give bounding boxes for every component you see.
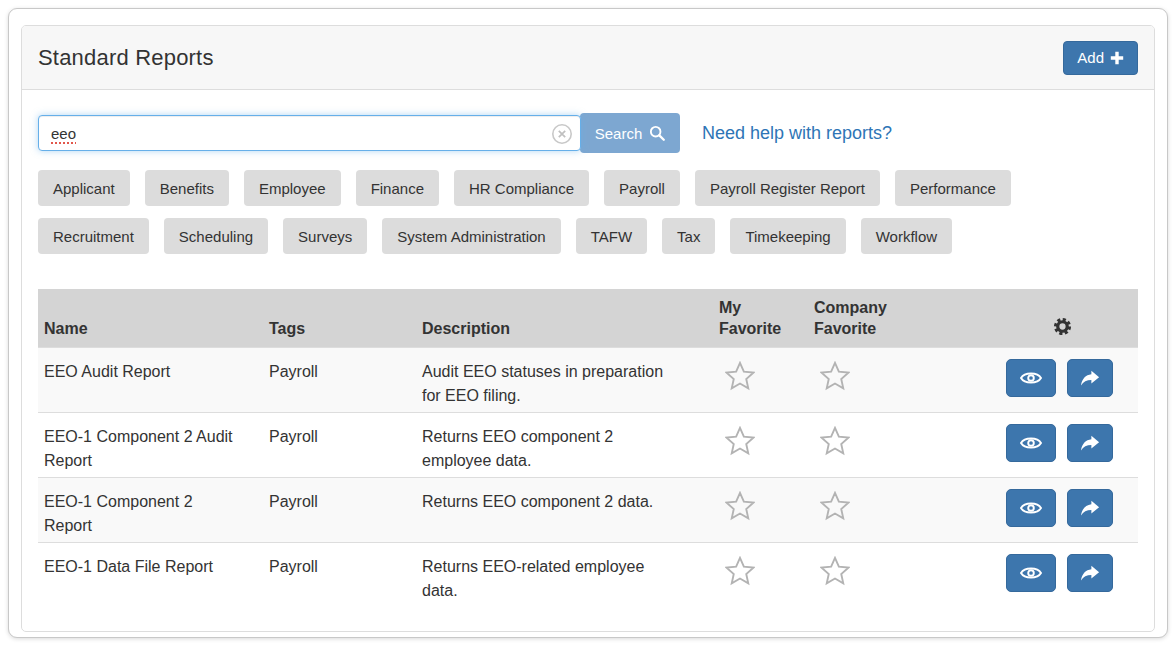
page-title: Standard Reports [38, 45, 214, 71]
company-favorite-star-icon[interactable] [820, 426, 850, 463]
table-body: EEO Audit Report Payroll Audit EEO statu… [38, 348, 1138, 608]
add-button[interactable]: Add [1063, 41, 1138, 75]
view-report-button[interactable] [1006, 554, 1056, 592]
tag-filter-finance[interactable]: Finance [356, 170, 439, 206]
help-link[interactable]: Need help with reports? [702, 123, 892, 144]
share-arrow-icon [1080, 565, 1100, 582]
tag-filter-recruitment[interactable]: Recruitment [38, 218, 149, 254]
tag-filter-workflow[interactable]: Workflow [861, 218, 952, 254]
column-header-my-favorite: My Favorite [713, 289, 808, 348]
tag-filter-system-administration[interactable]: System Administration [382, 218, 560, 254]
view-report-button[interactable] [1006, 424, 1056, 462]
share-arrow-icon [1080, 370, 1100, 387]
report-tags: Payroll [263, 543, 416, 608]
my-favorite-star-icon[interactable] [725, 556, 755, 593]
add-button-label: Add [1077, 49, 1104, 66]
run-report-button[interactable] [1067, 424, 1113, 462]
report-name: EEO-1 Component 2 Report [38, 478, 263, 543]
report-tags: Payroll [263, 348, 416, 413]
my-favorite-star-icon[interactable] [725, 426, 755, 463]
table-settings-gear-icon[interactable] [1053, 317, 1072, 341]
search-row: eeo Search Need help with reports? [38, 113, 1138, 153]
table-row: EEO Audit Report Payroll Audit EEO statu… [38, 348, 1138, 413]
share-arrow-icon [1080, 435, 1100, 452]
column-header-tags: Tags [263, 289, 416, 348]
tag-filter-employee[interactable]: Employee [244, 170, 341, 206]
column-header-company-favorite: Company Favorite [808, 289, 953, 348]
tag-filter-timekeeping[interactable]: Timekeeping [730, 218, 845, 254]
tag-filter-tafw[interactable]: TAFW [576, 218, 647, 254]
tag-filters: Applicant Benefits Employee Finance HR Compl… [38, 170, 1138, 254]
search-button-label: Search [595, 125, 643, 142]
tag-filter-row: Applicant Benefits Employee Finance HR Compl… [38, 170, 1138, 206]
view-report-button[interactable] [1006, 359, 1056, 397]
tag-filter-payroll-register-report[interactable]: Payroll Register Report [695, 170, 880, 206]
table-row: EEO-1 Component 2 Audit Report Payroll R… [38, 413, 1138, 478]
run-report-button[interactable] [1067, 554, 1113, 592]
search-input[interactable]: eeo [38, 115, 581, 151]
panel-heading: Standard Reports Add [22, 26, 1154, 90]
my-favorite-star-icon[interactable] [725, 361, 755, 398]
tag-filter-hr-compliance[interactable]: HR Compliance [454, 170, 589, 206]
share-arrow-icon [1080, 500, 1100, 517]
window-frame: Standard Reports Add eeo Search Need hel… [8, 8, 1168, 638]
magnifier-icon [649, 125, 665, 141]
tag-filter-row: Recruitment Scheduling Surveys System Admin… [38, 218, 1138, 254]
tag-filter-surveys[interactable]: Surveys [283, 218, 367, 254]
standard-reports-panel: Standard Reports Add eeo Search Need hel… [21, 25, 1155, 632]
tag-filter-applicant[interactable]: Applicant [38, 170, 130, 206]
report-description: Returns EEO component 2 employee data. [416, 413, 713, 478]
my-favorite-star-icon[interactable] [725, 491, 755, 528]
reports-table: Name Tags Description My Favorite Compan… [38, 289, 1138, 608]
company-favorite-star-icon[interactable] [820, 361, 850, 398]
company-favorite-star-icon[interactable] [820, 491, 850, 528]
company-favorite-star-icon[interactable] [820, 556, 850, 593]
clear-search-icon[interactable] [551, 123, 573, 145]
report-description: Returns EEO component 2 data. [416, 478, 713, 543]
search-button[interactable]: Search [580, 113, 680, 153]
report-name: EEO-1 Component 2 Audit Report [38, 413, 263, 478]
column-header-name: Name [38, 289, 263, 348]
report-name: EEO-1 Data File Report [38, 543, 263, 608]
eye-icon [1020, 500, 1042, 516]
table-row: EEO-1 Data File Report Payroll Returns E… [38, 543, 1138, 608]
tag-filter-payroll[interactable]: Payroll [604, 170, 680, 206]
search-input-value: eeo [51, 125, 76, 142]
report-description: Returns EEO-related employee data. [416, 543, 713, 608]
eye-icon [1020, 565, 1042, 581]
plus-icon [1110, 51, 1124, 65]
tag-filter-benefits[interactable]: Benefits [145, 170, 229, 206]
report-name: EEO Audit Report [38, 348, 263, 413]
run-report-button[interactable] [1067, 359, 1113, 397]
table-row: EEO-1 Component 2 Report Payroll Returns… [38, 478, 1138, 543]
report-tags: Payroll [263, 478, 416, 543]
tag-filter-scheduling[interactable]: Scheduling [164, 218, 268, 254]
table-header-row: Name Tags Description My Favorite Compan… [38, 289, 1138, 348]
eye-icon [1020, 435, 1042, 451]
view-report-button[interactable] [1006, 489, 1056, 527]
tag-filter-performance[interactable]: Performance [895, 170, 1011, 206]
run-report-button[interactable] [1067, 489, 1113, 527]
column-header-description: Description [416, 289, 713, 348]
eye-icon [1020, 370, 1042, 386]
report-description: Audit EEO statuses in preparation for EE… [416, 348, 713, 413]
tag-filter-tax[interactable]: Tax [662, 218, 715, 254]
panel-body: eeo Search Need help with reports? Appli… [22, 90, 1154, 631]
report-tags: Payroll [263, 413, 416, 478]
